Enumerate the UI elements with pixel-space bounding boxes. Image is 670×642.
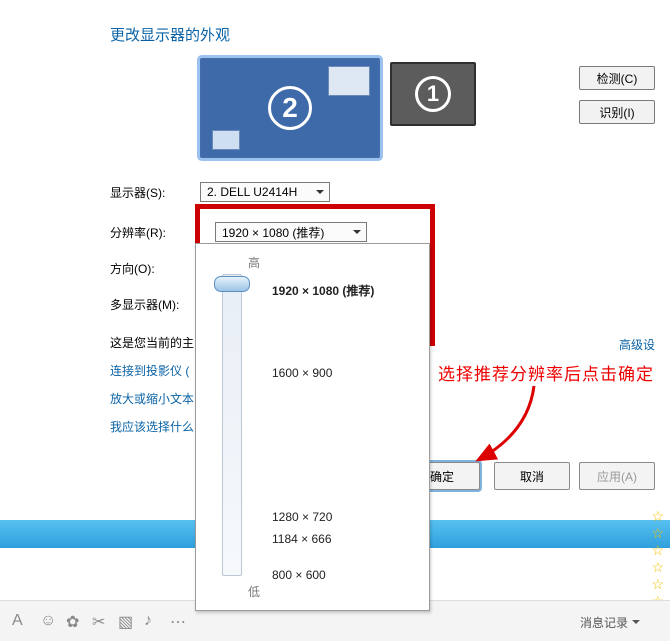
monitor-number-icon: 2 — [268, 86, 312, 130]
message-record-button[interactable]: 消息记录 — [580, 614, 640, 631]
resolution-dropdown-open: 高 低 1920 × 1080 (推荐) 1600 × 900 1280 × 7… — [195, 243, 430, 611]
music-icon[interactable]: ♪ — [144, 612, 152, 630]
projector-link[interactable]: 连接到投影仪 ( — [110, 362, 189, 379]
monitor-2[interactable]: 2 — [200, 58, 380, 158]
slider-low-label: 低 — [248, 583, 260, 600]
identify-button-label: 识别(I) — [599, 104, 634, 121]
resolution-option[interactable]: 800 × 600 — [272, 568, 326, 582]
magnifier-link[interactable]: 放大或缩小文本 — [110, 390, 194, 407]
detect-button[interactable]: 检测(C) — [579, 66, 655, 90]
slider-high-label: 高 — [248, 254, 260, 271]
resolution-dropdown[interactable]: 1920 × 1080 (推荐) — [215, 222, 367, 242]
orientation-label: 方向(O): — [110, 260, 155, 277]
monitor-1[interactable]: 1 — [390, 62, 476, 126]
emoji-icon[interactable]: ☺ — [40, 612, 56, 630]
resolution-slider-thumb[interactable] — [214, 276, 250, 292]
image-icon[interactable]: ▧ — [118, 612, 133, 632]
resolution-option[interactable]: 1920 × 1080 (推荐) — [272, 282, 374, 299]
font-icon[interactable]: A — [12, 612, 23, 630]
display-dropdown-value: 2. DELL U2414H — [207, 185, 297, 199]
advanced-settings-link[interactable]: 高级设 — [619, 336, 655, 353]
detect-button-label: 检测(C) — [597, 70, 638, 87]
message-record-label: 消息记录 — [580, 616, 628, 630]
monitor-number-icon: 1 — [415, 76, 451, 112]
gift-icon[interactable]: ✿ — [66, 612, 79, 632]
multi-display-label: 多显示器(M): — [110, 296, 179, 313]
identify-button[interactable]: 识别(I) — [579, 100, 655, 124]
display-label: 显示器(S): — [110, 184, 165, 201]
which-display-link[interactable]: 我应该选择什么 — [110, 418, 194, 435]
resolution-slider-track[interactable] — [222, 274, 242, 576]
resolution-label: 分辨率(R): — [110, 224, 166, 241]
more-icon[interactable]: ⋯ — [170, 612, 186, 632]
monitor-preview: 2 1 — [200, 58, 480, 158]
annotation-arrow-icon — [440, 378, 560, 478]
screenshot-icon[interactable]: ✂ — [92, 612, 105, 632]
apply-button: 应用(A) — [579, 462, 655, 490]
apply-button-label: 应用(A) — [597, 468, 637, 485]
resolution-option[interactable]: 1600 × 900 — [272, 366, 332, 380]
page-title: 更改显示器的外观 — [110, 24, 230, 45]
resolution-option[interactable]: 1184 × 666 — [272, 532, 332, 546]
primary-display-note: 这是您当前的主 — [110, 334, 194, 351]
resolution-option[interactable]: 1280 × 720 — [272, 510, 332, 524]
resolution-dropdown-value: 1920 × 1080 (推荐) — [222, 224, 324, 241]
display-dropdown[interactable]: 2. DELL U2414H — [200, 182, 330, 202]
